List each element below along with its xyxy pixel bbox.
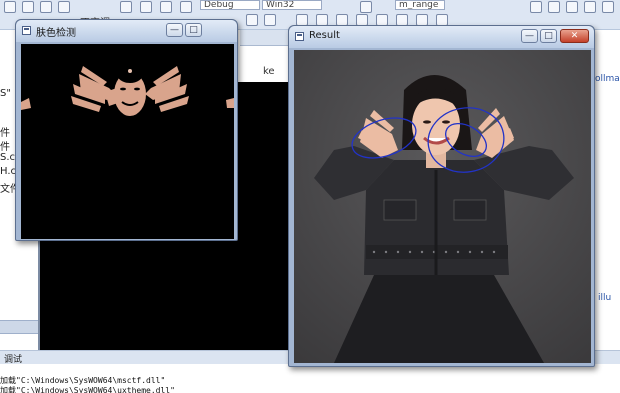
editor-snippet: ke [263, 66, 275, 77]
maximize-button[interactable]: □ [185, 23, 202, 37]
explorer-item[interactable]: 件 [0, 138, 10, 153]
editor-text: ollmag [595, 74, 620, 84]
explorer-item[interactable]: S" [0, 88, 11, 99]
window-app-icon [295, 32, 304, 41]
toolbar-icon[interactable] [140, 1, 152, 13]
window-app-icon [22, 26, 31, 35]
minimize-button[interactable]: — [521, 29, 538, 43]
ide-editor-bg [240, 46, 290, 64]
toolbar-icon[interactable] [160, 1, 172, 13]
skin-speck [226, 98, 234, 108]
result-photo [294, 50, 591, 363]
skin-speck [21, 98, 31, 110]
output-line: 加载"C:\Windows\SysWOW64\uxtheme.dll" [0, 386, 175, 393]
result-image [294, 50, 591, 363]
config-combo[interactable]: Debug [200, 0, 260, 10]
toolbar-icon[interactable] [566, 1, 578, 13]
skin-mask-image [21, 44, 234, 239]
toolbar-icon[interactable] [4, 1, 16, 13]
skin-window-title: 肤色检测 [36, 28, 76, 39]
toolbar-icon[interactable] [246, 14, 258, 26]
platform-combo[interactable]: Win32 [262, 0, 322, 10]
code-editor-edge: ollmag illu [595, 30, 620, 350]
ide-side-tab[interactable] [0, 320, 38, 334]
ide-editor-tabstrip [240, 30, 290, 46]
close-button[interactable]: ✕ [560, 29, 589, 43]
skin-region-right-hand [145, 66, 189, 112]
toolbar-icon[interactable] [40, 1, 52, 13]
toolbar-icon[interactable] [180, 1, 192, 13]
toolbar-icon[interactable] [58, 1, 70, 13]
skin-region-face [114, 65, 146, 116]
editor-text: illu [598, 293, 612, 303]
toolbar-icon[interactable] [530, 1, 542, 13]
skin-detection-window[interactable]: 肤色检测 — □ [15, 19, 238, 241]
result-window-title: Result [309, 30, 340, 41]
result-window[interactable]: Result — □ ✕ [288, 25, 595, 367]
output-tab[interactable]: 调试 [4, 352, 22, 365]
toolbar-icon[interactable] [548, 1, 560, 13]
toolbar-icon[interactable] [602, 1, 614, 13]
skin-region-left-hand [71, 66, 121, 112]
toolbar-icon[interactable] [584, 1, 596, 13]
project-combo[interactable]: m_range [395, 0, 445, 10]
skin-window-titlebar[interactable]: 肤色检测 — □ [16, 20, 237, 42]
toolbar-icon[interactable] [264, 14, 276, 26]
maximize-button[interactable]: □ [540, 29, 557, 43]
toolbar-icon[interactable] [22, 1, 34, 13]
result-window-titlebar[interactable]: Result — □ ✕ [289, 26, 594, 48]
toolbar-icon[interactable] [360, 1, 372, 13]
toolbar-icon[interactable] [120, 1, 132, 13]
minimize-button[interactable]: — [166, 23, 183, 37]
skin-mask-canvas [21, 65, 234, 116]
explorer-item[interactable]: 件 [0, 124, 10, 139]
